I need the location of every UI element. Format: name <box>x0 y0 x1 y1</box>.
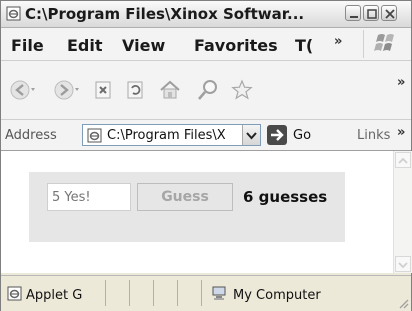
home-icon[interactable] <box>159 79 181 101</box>
status-divider <box>153 280 154 306</box>
chevron-down-icon <box>246 132 257 140</box>
go-button[interactable] <box>267 125 287 145</box>
toolbar-chevron-icon[interactable]: » <box>397 75 405 90</box>
chevron-up-icon <box>398 157 408 164</box>
search-icon[interactable] <box>197 79 219 101</box>
security-zone-text: My Computer <box>233 288 321 303</box>
ie-page-icon <box>6 6 21 21</box>
stop-icon[interactable] <box>93 79 113 101</box>
close-button[interactable] <box>381 5 397 21</box>
scroll-down-button[interactable] <box>395 256 411 272</box>
forward-icon[interactable] <box>53 79 79 101</box>
maximize-icon <box>367 9 377 19</box>
close-icon <box>385 9 395 19</box>
status-divider <box>129 280 130 306</box>
maximize-button[interactable] <box>363 5 379 21</box>
links-chevron-icon[interactable]: » <box>397 125 405 140</box>
menubar-chevron-icon[interactable]: » <box>334 34 342 49</box>
page-content: Guess 6 guesses <box>1 151 393 273</box>
menu-edit[interactable]: Edit <box>67 36 103 55</box>
scroll-up-button[interactable] <box>395 152 411 168</box>
menu-view[interactable]: View <box>122 36 165 55</box>
guess-count: 6 guesses <box>243 188 328 206</box>
guess-applet: Guess 6 guesses <box>29 172 345 242</box>
favorites-star-icon[interactable] <box>231 79 253 101</box>
menu-file[interactable]: File <box>11 36 44 55</box>
status-text: Applet G <box>26 288 83 303</box>
refresh-icon[interactable] <box>125 79 145 101</box>
standard-toolbar: » <box>1 61 411 120</box>
window-title: C:\Program Files\Xinox Softwar... <box>25 5 305 23</box>
menu-bar: File Edit View Favorites T( » <box>1 28 411 61</box>
vertical-scrollbar[interactable] <box>393 151 412 273</box>
menu-favorites[interactable]: Favorites <box>194 36 278 55</box>
guess-button[interactable]: Guess <box>137 183 233 211</box>
chevron-down-icon <box>398 262 408 269</box>
menu-tools-truncated[interactable]: T( <box>295 36 325 55</box>
address-input[interactable]: C:\Program Files\X <box>82 124 261 146</box>
windows-logo-icon <box>363 30 410 58</box>
go-arrow-icon <box>271 129 284 141</box>
status-divider <box>201 280 202 306</box>
address-value: C:\Program Files\X <box>107 128 226 143</box>
my-computer-icon <box>212 286 226 300</box>
status-divider <box>105 280 106 306</box>
address-dropdown-button[interactable] <box>242 125 260 145</box>
go-label[interactable]: Go <box>293 128 311 143</box>
address-bar: Address C:\Program Files\X Go Links » <box>1 120 411 151</box>
resize-grip-icon[interactable] <box>397 297 409 309</box>
minimize-icon <box>350 16 358 18</box>
browser-window: C:\Program Files\Xinox Softwar... File E… <box>0 0 412 311</box>
title-bar[interactable]: C:\Program Files\Xinox Softwar... <box>1 1 411 28</box>
status-divider <box>177 280 178 306</box>
back-icon[interactable] <box>9 79 35 101</box>
links-label[interactable]: Links <box>357 128 390 143</box>
minimize-button[interactable] <box>345 5 361 21</box>
status-bar: Applet G My Computer <box>1 275 411 311</box>
address-label: Address <box>5 128 57 143</box>
page-icon <box>87 128 102 143</box>
guess-input[interactable] <box>47 183 131 211</box>
applet-page-icon <box>7 286 22 301</box>
